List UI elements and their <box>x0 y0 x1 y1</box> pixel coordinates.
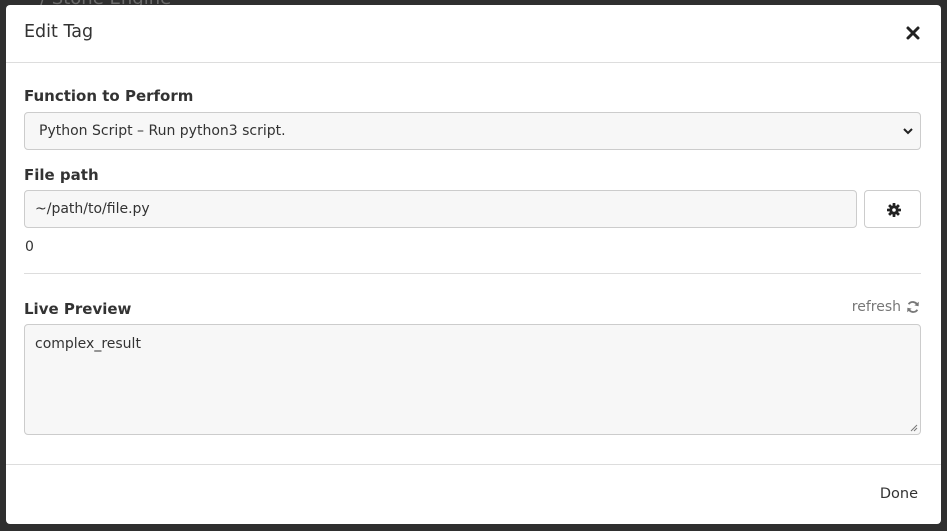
refresh-label: refresh <box>851 299 901 315</box>
function-select[interactable]: Python Script – Run python3 script. <box>24 112 921 150</box>
modal-footer: Done <box>6 464 941 524</box>
refresh-icon <box>907 301 919 313</box>
function-select-value: Python Script – Run python3 script. <box>39 123 286 139</box>
file-path-settings-button[interactable] <box>864 190 921 228</box>
file-path-input[interactable]: ~/path/to/file.py <box>24 190 857 228</box>
close-icon <box>906 26 920 40</box>
live-preview-textarea[interactable]: complex_result <box>24 324 921 435</box>
modal-title: Edit Tag <box>24 22 94 42</box>
close-button[interactable] <box>903 23 923 43</box>
section-divider <box>24 273 921 274</box>
resize-grip-icon[interactable] <box>910 424 918 432</box>
file-path-label: File path <box>24 166 99 184</box>
live-preview-label: Live Preview <box>24 300 132 318</box>
file-path-value: ~/path/to/file.py <box>35 201 150 217</box>
function-label: Function to Perform <box>24 87 194 105</box>
chevron-down-icon <box>903 128 913 135</box>
edit-tag-modal: Edit Tag Function to Perform Python Scri… <box>6 5 941 524</box>
modal-header: Edit Tag <box>6 5 941 63</box>
file-path-help-value: 0 <box>25 239 34 255</box>
done-button[interactable]: Done <box>880 486 918 502</box>
live-preview-value: complex_result <box>35 336 141 352</box>
refresh-link[interactable]: refresh <box>852 299 920 315</box>
gear-icon <box>887 203 901 217</box>
